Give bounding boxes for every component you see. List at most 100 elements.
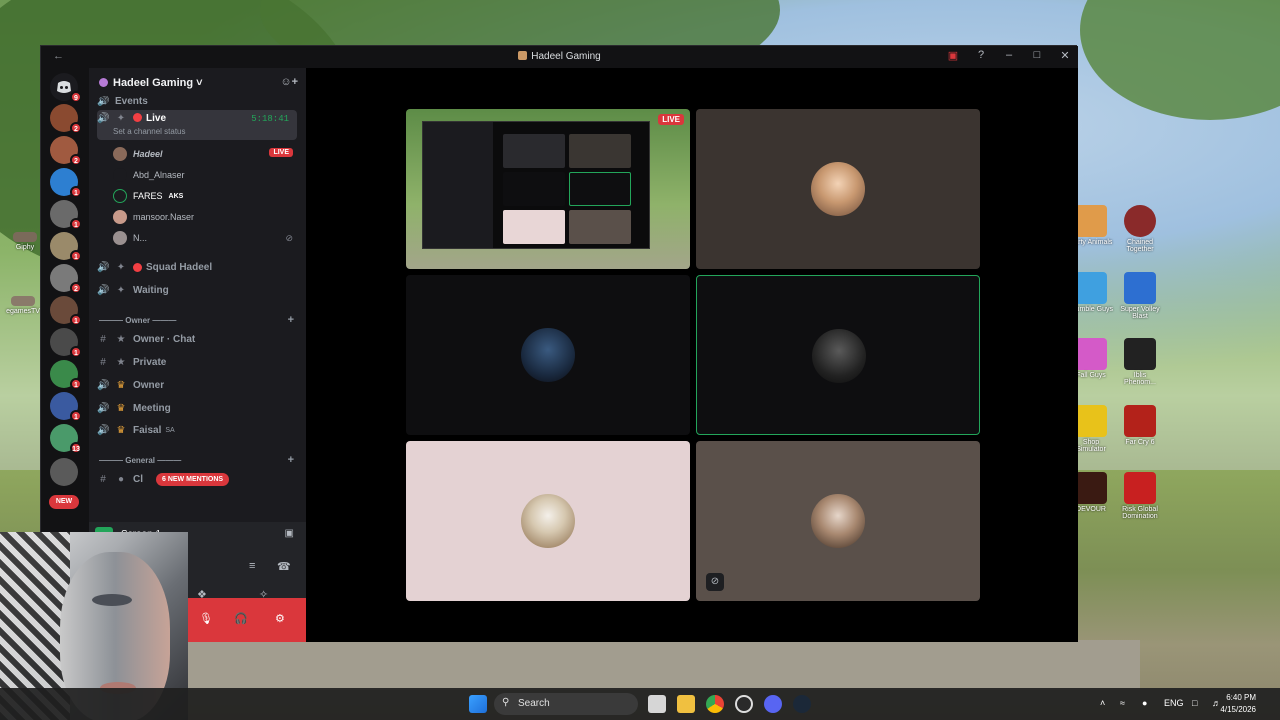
desktop-icon-risk[interactable]: Risk Global Domination <box>1117 472 1163 520</box>
server-icon[interactable]: 1 <box>50 168 82 198</box>
network-icon[interactable]: ≈ <box>1120 698 1125 708</box>
desktop-icon-farcry[interactable]: Far Cry 6 <box>1117 405 1163 446</box>
steam-icon[interactable] <box>793 695 811 713</box>
muted-mic-icon: ⊘ <box>706 573 724 591</box>
category-owner[interactable]: ——— Owner ——— + <box>99 314 294 330</box>
window-title: Hadeel Gaming <box>41 51 1078 62</box>
stream-tile[interactable]: LIVE <box>406 109 690 269</box>
channel-meeting[interactable]: 🔊 ♛ Meeting <box>97 398 297 418</box>
participant-avatar <box>521 494 575 548</box>
new-mentions-pill[interactable]: 6 NEW MENTIONS <box>156 473 230 486</box>
add-channel-icon[interactable]: + <box>288 454 294 466</box>
preview-tile <box>569 134 631 168</box>
server-badge: 1 <box>70 378 82 390</box>
category-divider: ——— <box>99 456 126 465</box>
server-icon[interactable]: 2 <box>50 264 82 294</box>
guild-header[interactable]: Hadeel Gaming ˅ ☺+ <box>89 68 306 98</box>
inbox-icon[interactable]: ▣ <box>946 49 960 62</box>
channel-owner-chat[interactable]: # ★ Owner · Chat <box>97 329 297 349</box>
speaker-icon: 🔊 <box>97 379 110 391</box>
participant-tile[interactable]: ⊘ <box>696 441 980 601</box>
discord-home-icon[interactable]: 9 <box>50 73 82 103</box>
voice-member[interactable]: FARES AKS <box>113 187 293 205</box>
taskbar: ⚲ Search ˄ ≈ ● ENG □ ♬ 6:40 PM 4/15/2026 <box>0 688 1280 720</box>
close-icon[interactable]: ✕ <box>1058 49 1072 62</box>
participant-tile[interactable] <box>696 109 980 269</box>
voice-member[interactable]: Hadeel LIVE <box>113 145 293 163</box>
server-icon[interactable]: 1 <box>50 328 82 358</box>
crown-icon: ♛ <box>116 424 126 436</box>
channel-private[interactable]: # ★ Private <box>97 352 297 372</box>
mic-tray-icon[interactable]: ● <box>1142 698 1147 708</box>
participant-tile-speaking[interactable] <box>696 275 980 435</box>
star-icon: ★ <box>116 356 126 368</box>
super-volley-icon <box>1124 272 1156 304</box>
clock[interactable]: 6:40 PM 4/15/2026 <box>1220 692 1256 716</box>
file-explorer-icon[interactable] <box>677 695 695 713</box>
server-icon[interactable]: 1 <box>50 232 82 262</box>
voice-member[interactable]: mansoor.Naser <box>113 208 293 226</box>
maximize-icon[interactable]: □ <box>1030 49 1044 62</box>
channel-events[interactable]: 🔊 Events <box>97 96 297 106</box>
server-icon[interactable]: 2 <box>50 104 82 134</box>
voice-member[interactable]: N... ⊘ <box>113 229 293 247</box>
channel-owner-voice[interactable]: 🔊 ♛ Owner <box>97 375 297 395</box>
new-unread-pill[interactable]: NEW <box>49 495 79 509</box>
fall-guys-icon <box>1075 338 1107 370</box>
participant-avatar <box>812 329 866 383</box>
channel-waiting[interactable]: 🔊 ✦ Waiting <box>97 280 297 300</box>
settings-gear-icon[interactable]: ⚙ <box>275 612 285 625</box>
desktop-icon-iblis[interactable]: Iblis Phenom... <box>1117 338 1163 386</box>
chat-bubble-icon: ● <box>117 473 125 485</box>
channel-status[interactable]: Set a channel status <box>113 127 186 136</box>
monitor-icon[interactable]: □ <box>1192 698 1197 708</box>
participant-tile[interactable] <box>406 441 690 601</box>
server-icon[interactable]: 1 <box>50 360 82 390</box>
preview-tile <box>569 210 631 244</box>
app-icon[interactable] <box>735 695 753 713</box>
participant-avatar <box>811 162 865 216</box>
server-icon[interactable]: 2 <box>50 136 82 166</box>
headphones-icon[interactable]: 🎧 <box>234 612 248 625</box>
server-icon[interactable] <box>50 458 78 486</box>
invite-user-icon[interactable]: ☺+ <box>280 76 298 88</box>
channel-live[interactable]: 🔊 ✦ Live 5:18:41 Set a channel status <box>97 110 297 140</box>
avatar <box>113 168 127 182</box>
task-view-icon[interactable] <box>648 695 666 713</box>
stumble-guys-icon <box>1075 272 1107 304</box>
hash-icon: # <box>100 333 106 345</box>
desktop-road <box>180 640 1140 690</box>
minimize-icon[interactable]: – <box>1002 49 1016 62</box>
server-badge: 1 <box>70 346 82 358</box>
voice-member[interactable]: Abd_Alnaser <box>113 166 293 184</box>
category-general[interactable]: ——— General ——— + <box>99 454 294 470</box>
desktop-icon-label: Iblis Phenom... <box>1124 372 1156 386</box>
taskbar-search[interactable]: ⚲ Search <box>494 693 638 715</box>
add-channel-icon[interactable]: + <box>288 314 294 326</box>
discord-taskbar-icon[interactable] <box>764 695 782 713</box>
server-icon[interactable]: 13 <box>50 424 82 454</box>
language-indicator[interactable]: ENG <box>1164 698 1184 708</box>
windows-start-icon[interactable] <box>469 695 487 713</box>
server-badge: 2 <box>70 122 82 134</box>
help-icon[interactable]: ? <box>974 49 988 62</box>
desktop-icon-image <box>11 296 35 306</box>
server-icon[interactable]: 1 <box>50 296 82 326</box>
desktop-icon-super-volley[interactable]: Super Volley Blast <box>1117 272 1163 320</box>
channel-live-label: Live <box>146 113 167 124</box>
live-timer: 5:18:41 <box>251 114 289 124</box>
channel-faisal[interactable]: 🔊 ♛ Faisal SA <box>97 420 297 440</box>
participant-tile[interactable] <box>406 275 690 435</box>
tray-chevron-icon[interactable]: ˄ <box>1100 698 1105 708</box>
chrome-icon[interactable] <box>706 695 724 713</box>
participant-avatar <box>521 328 575 382</box>
microphone-icon[interactable]: 🎙 <box>199 612 213 625</box>
server-icon[interactable]: 1 <box>50 392 82 422</box>
guild-icon <box>99 78 108 87</box>
disconnect-icon[interactable]: ☎ <box>277 560 291 573</box>
sound-bars-icon[interactable]: ≡ <box>249 560 255 572</box>
stop-stream-icon[interactable]: ▣ <box>285 528 294 539</box>
channel-squad[interactable]: 🔊 ✦ Squad Hadeel <box>97 257 297 277</box>
desktop-icon-chained-together[interactable]: Chained Together <box>1117 205 1163 253</box>
server-icon[interactable]: 1 <box>50 200 82 230</box>
